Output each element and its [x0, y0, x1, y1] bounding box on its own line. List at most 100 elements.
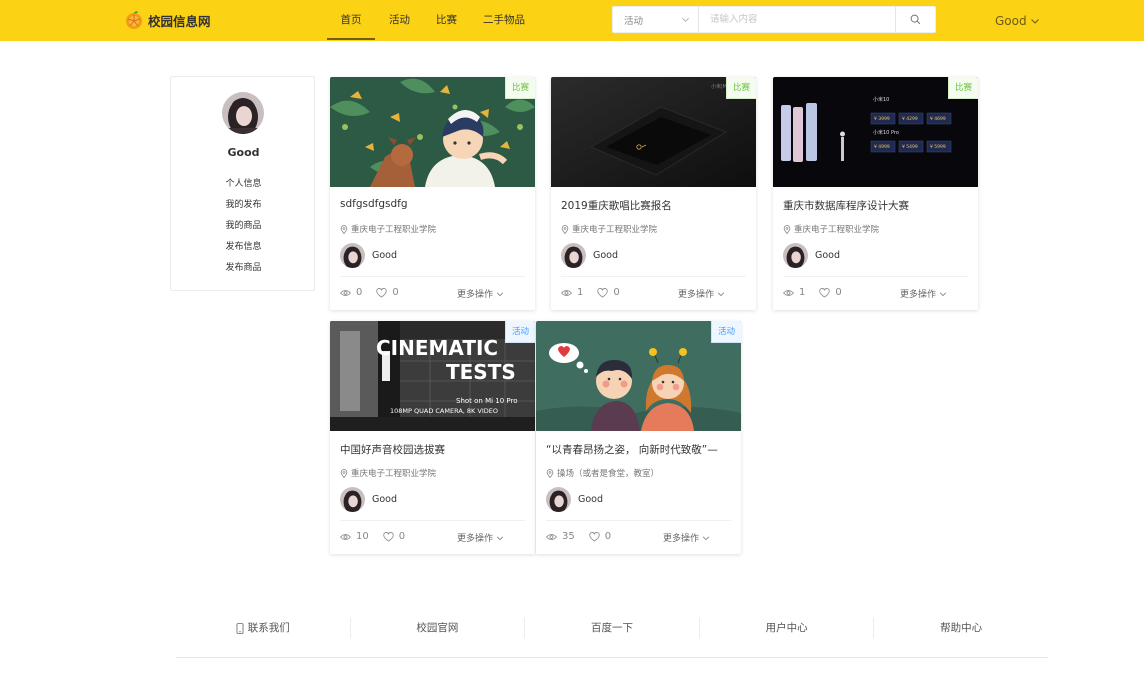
svg-text:小米10 Pro: 小米10 Pro	[873, 129, 899, 136]
more-actions-dropdown[interactable]: 更多操作	[900, 287, 947, 300]
card-title[interactable]: sdfgsdfgsdfg	[340, 198, 528, 210]
footer-link-baidu[interactable]: 百度一下	[525, 618, 700, 638]
footer-link-school-site[interactable]: 校园官网	[351, 618, 526, 638]
sidebar-menu: 个人信息 我的发布 我的商品 发布信息 发布商品	[171, 174, 316, 279]
post-card[interactable]: 小米|M 比赛 2019重庆歌唱比赛报名 重庆电子工程职业学院 Good 1 0…	[551, 77, 756, 310]
view-count-value: 35	[562, 531, 575, 542]
svg-text:小米10: 小米10	[873, 96, 889, 103]
card-image[interactable]: 活动	[536, 321, 741, 431]
main-nav: 首页 活动 比赛 二手物品	[327, 0, 538, 41]
svg-text:¥ 4299: ¥ 4299	[902, 116, 918, 122]
image-caption-cinematic: CINEMATIC	[376, 336, 498, 360]
card-location-text: 操场（或者是食堂，教室）	[557, 469, 660, 479]
phone-icon	[236, 622, 244, 634]
card-author[interactable]: Good	[340, 243, 397, 268]
view-count-value: 0	[356, 287, 363, 298]
sidebar-item-my-posts[interactable]: 我的发布	[171, 195, 316, 216]
view-count: 0	[340, 287, 362, 298]
like-count-value: 0	[835, 287, 842, 298]
user-menu-dropdown[interactable]: Good	[995, 0, 1040, 41]
footer-link-contact[interactable]: 联系我们	[176, 618, 351, 638]
like-button[interactable]: 0	[589, 531, 611, 542]
chevron-down-icon	[496, 292, 504, 296]
view-count-value: 1	[799, 287, 806, 298]
card-title[interactable]: 重庆市数据库程序设计大赛	[783, 198, 971, 213]
chevron-down-icon	[717, 292, 725, 296]
avatar-image	[340, 243, 365, 268]
more-actions-label: 更多操作	[663, 534, 700, 544]
avatar	[561, 243, 586, 268]
card-author[interactable]: Good	[340, 487, 397, 512]
avatar	[783, 243, 808, 268]
card-author[interactable]: Good	[561, 243, 618, 268]
sidebar-item-profile[interactable]: 个人信息	[171, 174, 316, 195]
sidebar-avatar[interactable]	[222, 92, 264, 134]
card-author-name: Good	[593, 250, 619, 261]
card-stats: 0 0	[340, 287, 413, 298]
post-card[interactable]: ¥ 3999 ¥ 4299 ¥ 4699 ¥ 4999 ¥ 5499 ¥ 5999 小米1…	[773, 77, 978, 310]
heart-icon	[376, 287, 388, 298]
footer-link-user-center[interactable]: 用户中心	[700, 618, 875, 638]
sidebar-item-publish-info[interactable]: 发布信息	[171, 237, 316, 258]
category-tag: 活动	[710, 321, 741, 343]
more-actions-label: 更多操作	[457, 534, 494, 544]
category-tag: 比赛	[504, 77, 535, 99]
card-image[interactable]: ¥ 3999 ¥ 4299 ¥ 4699 ¥ 4999 ¥ 5499 ¥ 5999 小米1…	[773, 77, 978, 187]
sidebar-username: Good	[227, 146, 260, 159]
post-card[interactable]: 活动 “以青春昂扬之姿， 向新时代致敬”— 操场（或者是食堂，教室） Good …	[536, 321, 741, 554]
chevron-down-icon	[496, 536, 504, 540]
view-count: 10	[340, 531, 369, 542]
category-tag: 比赛	[725, 77, 756, 99]
more-actions-label: 更多操作	[457, 290, 494, 300]
post-card[interactable]: CINEMATIC TESTS Shot on Mi 10 Pro 108MP …	[330, 321, 535, 554]
like-button[interactable]: 0	[597, 287, 620, 298]
card-stats: 1 0	[783, 287, 856, 298]
more-actions-dropdown[interactable]: 更多操作	[663, 531, 710, 544]
site-logo[interactable]: 校园信息网	[124, 8, 211, 32]
card-title[interactable]: 中国好声音校园选拔赛	[340, 442, 528, 457]
top-header: 校园信息网 首页 活动 比赛 二手物品 活动 Good	[0, 0, 1144, 41]
card-image[interactable]: CINEMATIC TESTS Shot on Mi 10 Pro 108MP …	[330, 321, 535, 431]
like-button[interactable]: 0	[376, 287, 399, 298]
card-title[interactable]: “以青春昂扬之姿， 向新时代致敬”—	[546, 442, 734, 457]
card-stats: 10 0	[340, 531, 419, 542]
search-category-select[interactable]: 活动	[613, 7, 699, 32]
location-pin-icon	[546, 468, 554, 478]
more-actions-dropdown[interactable]: 更多操作	[457, 287, 504, 300]
more-actions-label: 更多操作	[678, 290, 715, 300]
heart-icon	[597, 287, 609, 298]
nav-item-match[interactable]: 比赛	[423, 0, 470, 41]
avatar-image	[783, 243, 808, 268]
search-icon	[910, 14, 921, 25]
sidebar-item-my-goods[interactable]: 我的商品	[171, 216, 316, 237]
card-location-text: 重庆电子工程职业学院	[794, 225, 880, 235]
card-location: 重庆电子工程职业学院	[783, 223, 879, 235]
location-pin-icon	[340, 468, 348, 478]
search-input[interactable]	[699, 7, 895, 32]
view-count: 1	[783, 287, 805, 298]
like-button[interactable]: 0	[819, 287, 842, 298]
nav-item-secondhand[interactable]: 二手物品	[470, 0, 538, 41]
card-location: 操场（或者是食堂，教室）	[546, 467, 659, 479]
search-button[interactable]	[895, 7, 935, 32]
more-actions-dropdown[interactable]: 更多操作	[457, 531, 504, 544]
like-button[interactable]: 0	[383, 531, 405, 542]
heart-icon	[589, 531, 600, 542]
footer-link-label: 联系我们	[247, 622, 290, 634]
chevron-down-icon	[682, 17, 689, 22]
card-author[interactable]: Good	[546, 487, 603, 512]
card-divider	[340, 520, 525, 521]
svg-text:¥ 5499: ¥ 5499	[902, 144, 918, 150]
avatar-image	[222, 92, 264, 134]
card-image[interactable]: 小米|M 比赛	[551, 77, 756, 187]
card-title[interactable]: 2019重庆歌唱比赛报名	[561, 198, 749, 213]
sidebar-item-publish-goods[interactable]: 发布商品	[171, 258, 316, 279]
card-author[interactable]: Good	[783, 243, 840, 268]
post-card[interactable]: 比赛 sdfgsdfgsdfg 重庆电子工程职业学院 Good 0 0 更多操作	[330, 77, 535, 310]
card-image[interactable]: 比赛	[330, 77, 535, 187]
nav-item-home[interactable]: 首页	[327, 0, 375, 41]
footer-link-help-center[interactable]: 帮助中心	[874, 618, 1048, 638]
more-actions-dropdown[interactable]: 更多操作	[678, 287, 725, 300]
eye-icon	[340, 533, 351, 540]
nav-item-activity[interactable]: 活动	[375, 0, 423, 41]
